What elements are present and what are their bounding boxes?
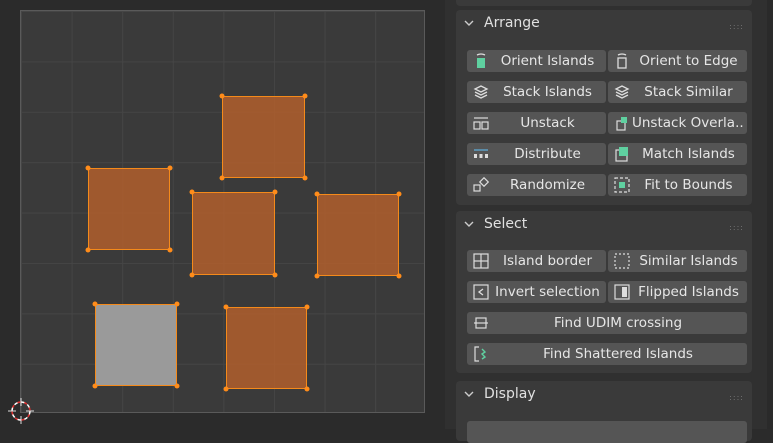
unstack-icon <box>473 117 489 130</box>
shattered-islands-icon <box>474 346 487 362</box>
uv-vertex[interactable] <box>396 191 402 197</box>
drag-grip-icon[interactable]: :::: <box>729 223 744 232</box>
similar-islands-icon <box>614 253 630 269</box>
drag-grip-icon[interactable]: :::: <box>729 22 744 31</box>
uv-vertex[interactable] <box>304 304 310 310</box>
invert-selection-icon <box>473 284 489 300</box>
arrange-section: Arrange :::: Orient Islands Orient to Ed… <box>456 10 752 205</box>
arrange-header[interactable]: Arrange :::: <box>456 10 752 38</box>
uv-vertex[interactable] <box>219 93 225 99</box>
flipped-islands-icon <box>614 284 630 300</box>
fit-bounds-icon <box>614 177 630 193</box>
distribute-button[interactable]: Distribute <box>467 143 606 165</box>
chevron-down-icon <box>464 221 474 227</box>
island-bottom-left[interactable] <box>95 304 177 386</box>
uv-editor-viewport[interactable] <box>0 0 445 429</box>
island-border-button[interactable]: Island border <box>467 250 606 272</box>
uv-vertex[interactable] <box>167 165 173 171</box>
island-right[interactable] <box>317 194 399 276</box>
uv-vertex[interactable] <box>302 93 308 99</box>
match-islands-button[interactable]: Match Islands <box>608 143 747 165</box>
2d-cursor-icon[interactable] <box>8 398 34 424</box>
uv-vertex[interactable] <box>219 175 225 181</box>
uv-vertex[interactable] <box>174 301 180 307</box>
select-title: Select <box>484 216 528 232</box>
uv-vertex[interactable] <box>223 386 229 392</box>
udim-crossing-icon <box>474 317 488 329</box>
similar-islands-button[interactable]: Similar Islands <box>608 250 747 272</box>
invert-selection-button[interactable]: Invert selection <box>467 281 606 303</box>
uv-vertex[interactable] <box>314 273 320 279</box>
uv-grid[interactable] <box>20 10 425 413</box>
island-center[interactable] <box>192 192 275 275</box>
uv-vertex[interactable] <box>314 191 320 197</box>
sidebar-panel: Arrange :::: Orient Islands Orient to Ed… <box>445 0 773 443</box>
uv-vertex[interactable] <box>272 189 278 195</box>
unstack-overlap-icon <box>616 117 627 131</box>
uv-vertex[interactable] <box>302 175 308 181</box>
uv-vertex[interactable] <box>85 247 91 253</box>
uv-vertex[interactable] <box>174 383 180 389</box>
chevron-down-icon <box>464 391 474 397</box>
match-islands-icon <box>615 147 628 162</box>
island-left[interactable] <box>88 168 170 250</box>
unstack-overlapping-button[interactable]: Unstack Overla... <box>608 112 747 134</box>
display-header[interactable]: Display :::: <box>456 381 752 409</box>
stack-similar-button[interactable]: Stack Similar <box>608 81 747 103</box>
find-udim-crossing-button[interactable]: Find UDIM crossing <box>467 312 747 334</box>
panel-scrollbar[interactable] <box>767 0 773 429</box>
randomize-icon <box>473 177 489 192</box>
flipped-islands-button[interactable]: Flipped Islands <box>608 281 747 303</box>
previous-section-edge <box>456 0 752 6</box>
display-title: Display <box>484 386 536 402</box>
distribute-icon <box>474 149 488 158</box>
orient-to-edge-button[interactable]: Orient to Edge <box>608 50 747 72</box>
select-section: Select :::: Island border Similar Island… <box>456 211 752 373</box>
uv-vertex[interactable] <box>189 189 195 195</box>
orient-islands-icon <box>476 53 486 68</box>
display-button-partial[interactable] <box>467 421 747 443</box>
uv-vertex[interactable] <box>189 272 195 278</box>
display-section: Display :::: <box>456 381 752 443</box>
unstack-button[interactable]: Unstack <box>467 112 606 134</box>
uv-vertex[interactable] <box>223 304 229 310</box>
uv-vertex[interactable] <box>85 165 91 171</box>
stack-similar-icon <box>614 85 630 99</box>
uv-vertex[interactable] <box>272 272 278 278</box>
fit-to-bounds-button[interactable]: Fit to Bounds <box>608 174 747 196</box>
uv-vertex[interactable] <box>92 301 98 307</box>
stack-icon <box>473 85 489 99</box>
drag-grip-icon[interactable]: :::: <box>729 393 744 402</box>
orient-islands-button[interactable]: Orient Islands <box>467 50 606 72</box>
island-border-icon <box>473 253 489 269</box>
arrange-title: Arrange <box>484 15 540 31</box>
stack-islands-button[interactable]: Stack Islands <box>467 81 606 103</box>
island-bottom-right[interactable] <box>226 307 307 389</box>
uv-vertex[interactable] <box>396 273 402 279</box>
orient-edge-icon <box>617 53 627 69</box>
uv-vertex[interactable] <box>304 386 310 392</box>
chevron-down-icon <box>464 20 474 26</box>
find-shattered-islands-button[interactable]: Find Shattered Islands <box>467 343 747 365</box>
select-header[interactable]: Select :::: <box>456 211 752 239</box>
island-top[interactable] <box>222 96 305 178</box>
uv-vertex[interactable] <box>92 383 98 389</box>
randomize-button[interactable]: Randomize <box>467 174 606 196</box>
uv-vertex[interactable] <box>167 247 173 253</box>
